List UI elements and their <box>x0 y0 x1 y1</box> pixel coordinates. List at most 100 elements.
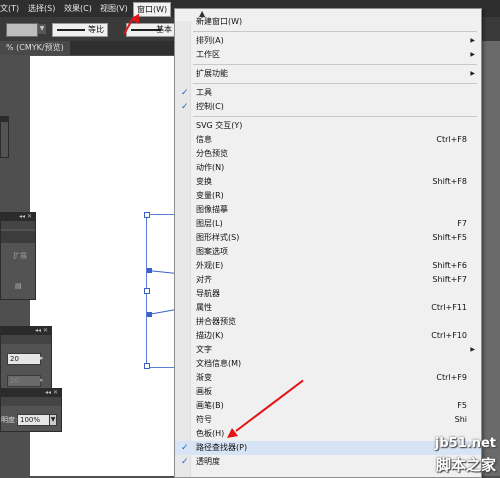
menu-item-shortcut: Ctrl+F8 <box>436 135 467 144</box>
menu-item-label: 色板(H) <box>196 429 225 438</box>
menu-item-label: 画板 <box>196 387 212 396</box>
menu-item[interactable]: 符号 Shi <box>175 413 481 427</box>
menu-item-shortcut: Shift+F5 <box>432 233 467 242</box>
menu-item-label: 工作区 <box>196 50 220 59</box>
menu-item-label: 透明度 <box>196 457 220 466</box>
checkmark-icon: ✓ <box>181 102 189 112</box>
menu-item-shortcut: F5 <box>457 401 467 410</box>
menu-item[interactable]: 信息 Ctrl+F8 <box>175 133 481 147</box>
panel-menu-icon[interactable]: ▤ <box>15 281 22 291</box>
menu-separator <box>193 64 477 65</box>
stroke-profile-uniform[interactable]: 等比 <box>52 23 108 37</box>
menu-separator <box>193 83 477 84</box>
menu-item-shortcut: Shift+F8 <box>432 177 467 186</box>
menu-text[interactable]: 文(T) <box>0 3 19 14</box>
menu-item-label: 图案选项 <box>196 247 228 256</box>
menu-effect[interactable]: 效果(C) <box>64 3 92 14</box>
panel-collapse-icon[interactable]: ◂◂ ✕ <box>1 327 51 335</box>
menu-item-shortcut: Shift+F6 <box>432 261 467 270</box>
menu-view[interactable]: 视图(V) <box>100 3 128 14</box>
menu-item[interactable]: 动作(N) <box>175 161 481 175</box>
menu-item-label: 变量(R) <box>196 191 224 200</box>
stepper-arrow-icon[interactable]: ▸ <box>40 375 44 385</box>
menu-item[interactable]: 新建窗口(W) <box>175 15 481 29</box>
opacity-field[interactable]: 100% <box>17 414 51 426</box>
menu-item-label: 动作(N) <box>196 163 225 172</box>
menu-item[interactable]: 图像描摹 <box>175 203 481 217</box>
menu-item[interactable]: 变量(R) <box>175 189 481 203</box>
chevron-down-icon[interactable]: ▼ <box>38 24 46 34</box>
menu-item-label: 文字 <box>196 345 212 354</box>
checkmark-icon: ✓ <box>181 457 189 467</box>
menu-item[interactable]: 属性 Ctrl+F11 <box>175 301 481 315</box>
panel-collapse-icon[interactable]: ◂◂ ✕ <box>1 213 35 221</box>
menu-item-label: 导航器 <box>196 289 220 298</box>
brush-definition[interactable]: 基本 <box>126 23 176 37</box>
menu-item-label: 画笔(B) <box>196 401 224 410</box>
checkmark-icon: ✓ <box>181 88 189 98</box>
menu-separator <box>193 116 477 117</box>
panel-collapse-icon[interactable]: ◂◂ ✕ <box>1 389 61 397</box>
submenu-arrow-icon: ▶ <box>470 51 475 58</box>
menu-item-label: 对齐 <box>196 275 212 284</box>
submenu-arrow-icon: ▶ <box>470 70 475 77</box>
menu-item[interactable]: 文字 ▶ <box>175 343 481 357</box>
menu-item-label: 分色预览 <box>196 149 228 158</box>
menu-item[interactable]: ✓ 工具 <box>175 86 481 100</box>
menu-item[interactable]: 导航器 <box>175 287 481 301</box>
menu-item[interactable]: 工作区 ▶ <box>175 48 481 62</box>
menu-item[interactable]: 图层(L) F7 <box>175 217 481 231</box>
menu-item-shortcut: F7 <box>457 219 467 228</box>
fill-swatch[interactable] <box>6 23 38 37</box>
opacity-label: 明度: <box>1 416 18 424</box>
menu-item-label: 外观(E) <box>196 261 224 270</box>
anchor-point[interactable] <box>147 312 152 317</box>
menu-item[interactable]: 排列(A) ▶ <box>175 34 481 48</box>
submenu-arrow-icon: ▶ <box>470 37 475 44</box>
anchor-point[interactable] <box>147 268 152 273</box>
menu-item-label: 拼合器预览 <box>196 317 236 326</box>
menu-item[interactable]: 描边(K) Ctrl+F10 <box>175 329 481 343</box>
menu-item-label: 图像描摹 <box>196 205 228 214</box>
menu-item-shortcut: Shi <box>454 415 467 424</box>
zoom-field-1[interactable]: 20 <box>7 353 41 365</box>
menu-item-label: 扩展功能 <box>196 69 228 78</box>
menu-item[interactable]: 渐变 Ctrl+F9 <box>175 371 481 385</box>
stepper-arrow-icon[interactable]: ▸ <box>40 353 44 363</box>
menu-item-label: 排列(A) <box>196 36 224 45</box>
menu-item-shortcut: Shift+F7 <box>432 275 467 284</box>
menu-item[interactable]: 分色预览 <box>175 147 481 161</box>
menu-item[interactable]: 对齐 Shift+F7 <box>175 273 481 287</box>
selection-handle[interactable] <box>144 212 150 218</box>
expand-label: 扩展 <box>13 252 27 260</box>
menu-item[interactable]: SVG 交互(Y) <box>175 119 481 133</box>
watermark: jb51.net 脚本之家 <box>406 430 500 476</box>
menu-item-label: 工具 <box>196 88 212 97</box>
menu-item[interactable]: 扩展功能 ▶ <box>175 67 481 81</box>
selection-handle[interactable] <box>144 288 150 294</box>
selection-handle[interactable] <box>144 363 150 369</box>
menu-item[interactable]: 拼合器预览 <box>175 315 481 329</box>
menu-item[interactable]: 外观(E) Shift+F6 <box>175 259 481 273</box>
menu-item-label: 图形样式(S) <box>196 233 240 242</box>
menu-item-label: 控制(C) <box>196 102 224 111</box>
chevron-down-icon[interactable]: ▼ <box>49 414 57 426</box>
menu-item[interactable]: 文档信息(M) <box>175 357 481 371</box>
menu-separator <box>193 31 477 32</box>
menu-select[interactable]: 选择(S) <box>28 3 55 14</box>
menu-item[interactable]: 画笔(B) F5 <box>175 399 481 413</box>
menu-item[interactable]: 图案选项 <box>175 245 481 259</box>
menu-item-label: SVG 交互(Y) <box>196 121 243 130</box>
menu-item-shortcut: Ctrl+F11 <box>431 303 467 312</box>
zoom-field-2[interactable]: 20 <box>7 375 41 387</box>
menu-item-label: 路径查找器(P) <box>196 443 248 452</box>
menu-item[interactable]: 图形样式(S) Shift+F5 <box>175 231 481 245</box>
menu-item[interactable]: 变换 Shift+F8 <box>175 175 481 189</box>
transform-panel: ◂◂ ✕ 20 ▸ 20 ▸ <box>0 326 52 390</box>
menu-item[interactable]: ✓ 控制(C) <box>175 100 481 114</box>
menu-item[interactable]: 画板 <box>175 385 481 399</box>
menu-item-label: 文档信息(M) <box>196 359 242 368</box>
menu-item-label: 新建窗口(W) <box>196 17 243 26</box>
checkmark-icon: ✓ <box>181 443 189 453</box>
document-tab[interactable]: % (CMYK/预览) <box>0 41 70 55</box>
